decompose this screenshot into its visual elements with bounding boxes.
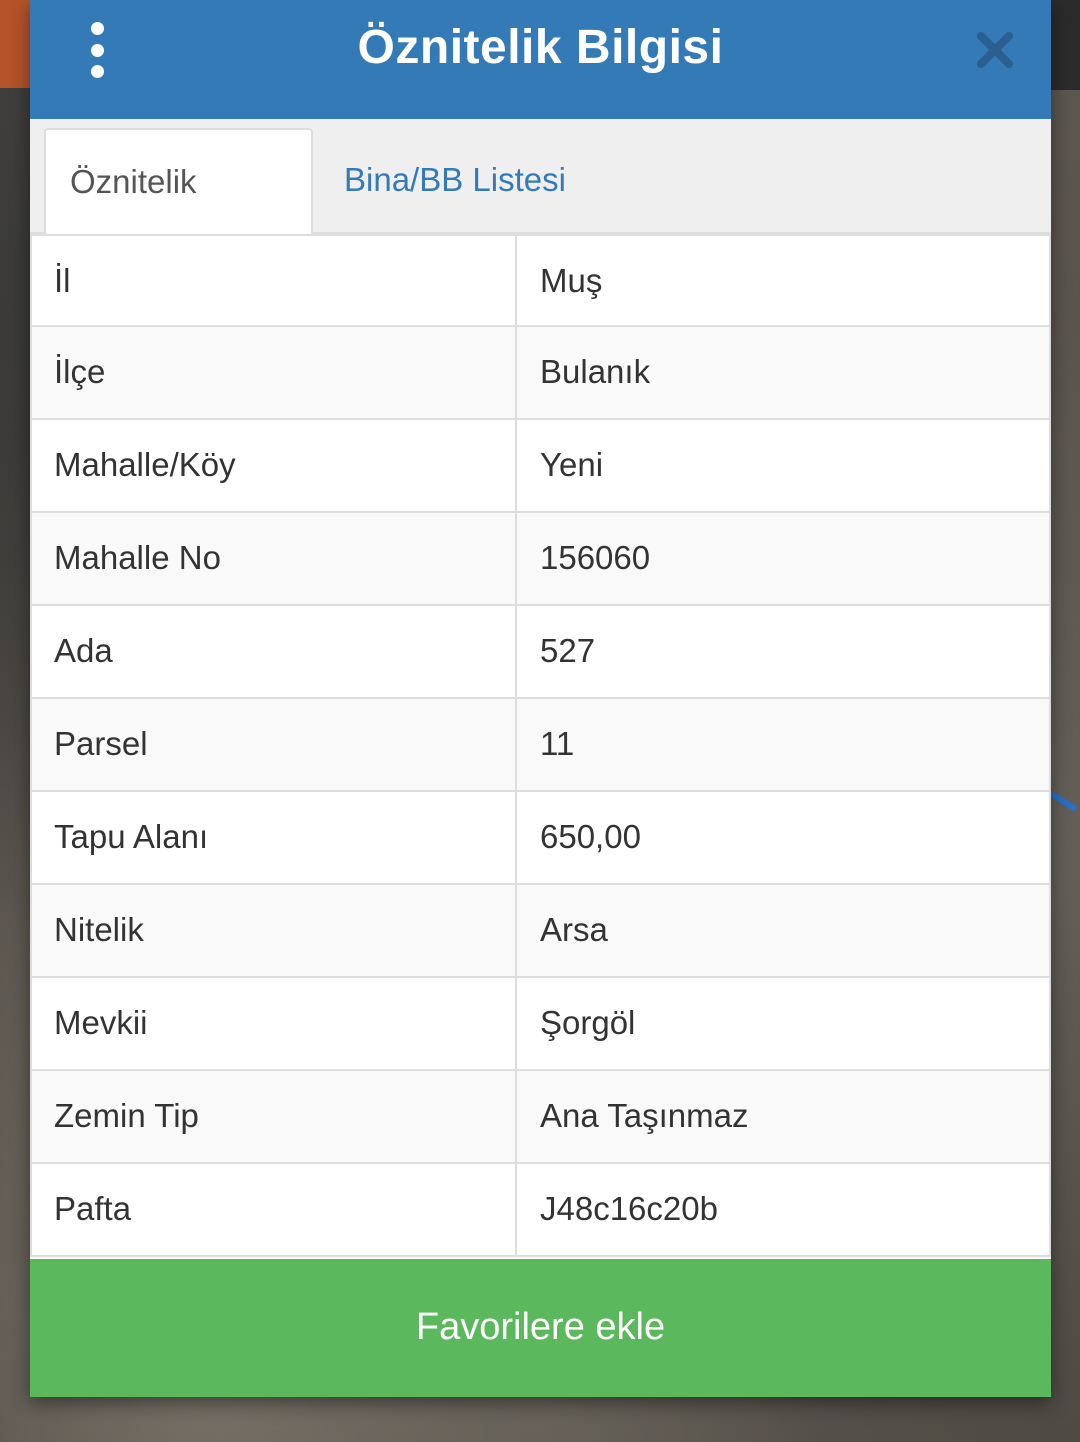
row-value: 650,00	[540, 818, 641, 855]
map-feature	[1051, 0, 1080, 90]
row-key: Tapu Alanı	[32, 792, 517, 883]
row-key: Ada	[32, 606, 517, 697]
row-value: 527	[540, 632, 596, 669]
row-value: Yeni	[540, 446, 604, 483]
row-key: İl	[32, 236, 517, 325]
row-value: J48c16c20b	[540, 1190, 718, 1227]
dialog-title: Öznitelik Bilgisi	[357, 21, 724, 74]
tab-building-list[interactable]: Bina/BB Listesi	[320, 128, 590, 234]
table-row: Nitelik Arsa	[30, 885, 1051, 978]
row-value: 11	[540, 725, 575, 762]
attribute-table: İl Muş İlçe Bulanık Mahalle/Köy Yeni Mah…	[30, 234, 1051, 1257]
row-key: Zemin Tip	[32, 1071, 517, 1162]
dialog-header: Öznitelik Bilgisi	[30, 0, 1051, 119]
row-value: Ana Taşınmaz	[540, 1097, 749, 1134]
row-value: Muş	[540, 262, 603, 299]
table-row: Mahalle No 156060	[30, 513, 1051, 606]
row-value: Şorgöl	[540, 1004, 636, 1041]
table-row: Pafta J48c16c20b	[30, 1164, 1051, 1257]
row-key: Mevkii	[32, 978, 517, 1069]
row-key: Nitelik	[32, 885, 517, 976]
table-row: Tapu Alanı 650,00	[30, 792, 1051, 885]
table-row: İl Muş	[30, 234, 1051, 327]
table-row: Ada 527	[30, 606, 1051, 699]
tab-bar: Öznitelik Bilgisi Bina/BB Listesi	[30, 119, 1051, 304]
add-to-favorites-button[interactable]: Favorilere ekle	[30, 1259, 1051, 1397]
row-key: Mahalle No	[32, 513, 517, 604]
table-row: Zemin Tip Ana Taşınmaz	[30, 1071, 1051, 1164]
row-key: İlçe	[32, 327, 517, 418]
table-row: Mahalle/Köy Yeni	[30, 420, 1051, 513]
table-row: Mevkii Şorgöl	[30, 978, 1051, 1071]
row-value: 156060	[540, 539, 651, 576]
row-key: Parsel	[32, 699, 517, 790]
map-feature	[0, 0, 30, 88]
table-row: İlçe Bulanık	[30, 327, 1051, 420]
row-value: Bulanık	[540, 353, 651, 390]
attribute-dialog: Öznitelik Bilgisi Öznitelik Bilgisi Bina…	[30, 0, 1051, 1397]
close-icon[interactable]	[975, 30, 1015, 70]
table-row: Parsel 11	[30, 699, 1051, 792]
row-key: Pafta	[32, 1164, 517, 1255]
row-value: Arsa	[540, 911, 608, 948]
tab-attribute-info[interactable]: Öznitelik Bilgisi	[44, 128, 313, 304]
row-key: Mahalle/Köy	[32, 420, 517, 511]
